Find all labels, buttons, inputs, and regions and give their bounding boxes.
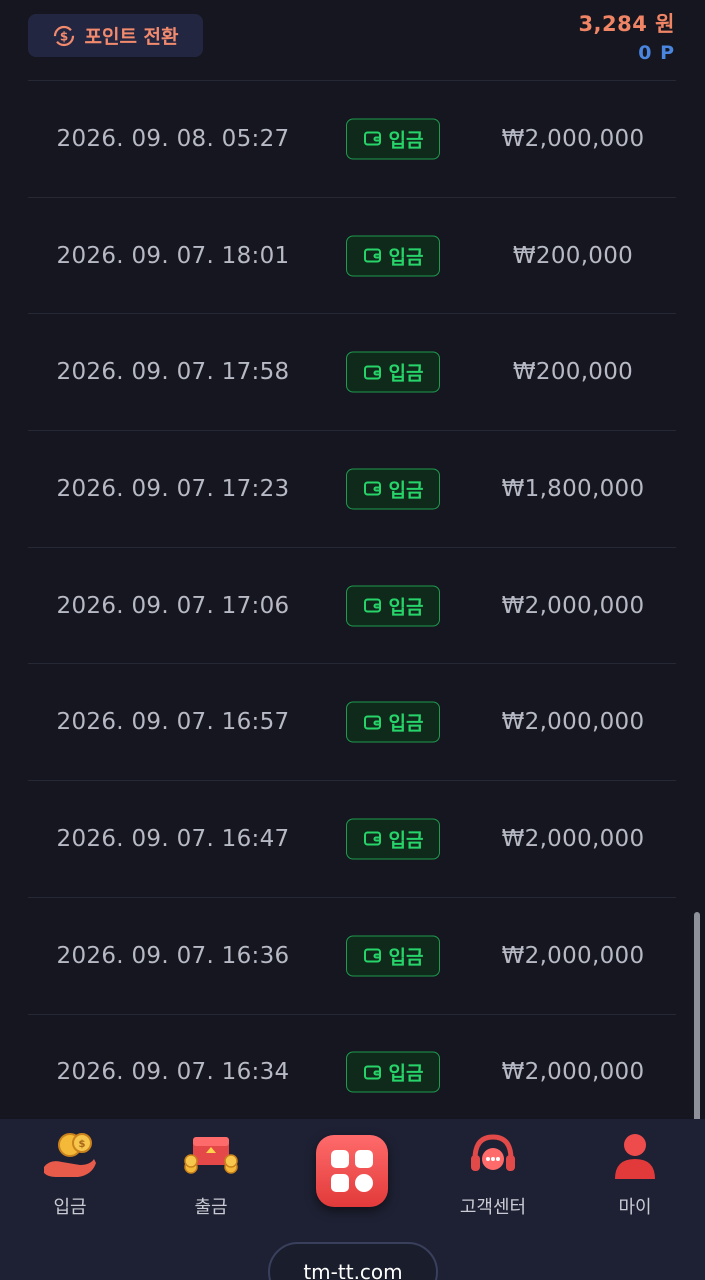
deposit-badge: 입금 bbox=[346, 351, 440, 393]
wallet-icon bbox=[363, 948, 381, 963]
domain-text: tm-tt.com bbox=[303, 1260, 403, 1280]
deposit-badge: 입금 bbox=[346, 235, 440, 277]
transaction-row: 2026. 09. 07. 18:01 입금 ₩200,000 bbox=[28, 198, 676, 315]
transaction-date: 2026. 09. 07. 16:57 bbox=[56, 709, 290, 736]
deposit-badge-label: 입금 bbox=[388, 1062, 424, 1085]
transaction-amount: ₩1,800,000 bbox=[501, 475, 645, 502]
transaction-amount: ₩2,000,000 bbox=[501, 709, 645, 736]
balance-won: 3,284 원 bbox=[578, 12, 675, 36]
deposit-badge: 입금 bbox=[346, 701, 440, 743]
wallet-icon bbox=[363, 715, 381, 730]
transaction-amount: ₩2,000,000 bbox=[501, 125, 645, 152]
deposit-badge: 입금 bbox=[346, 1051, 440, 1093]
transaction-row: 2026. 09. 07. 17:23 입금 ₩1,800,000 bbox=[28, 431, 676, 548]
transaction-date: 2026. 09. 07. 17:58 bbox=[56, 359, 290, 386]
deposit-badge-label: 입금 bbox=[388, 829, 424, 852]
transaction-amount: ₩2,000,000 bbox=[501, 1059, 645, 1086]
wallet-icon bbox=[363, 365, 381, 380]
transaction-date: 2026. 09. 07. 16:36 bbox=[56, 942, 290, 969]
nav-item-deposit[interactable]: $ 입금 bbox=[15, 1129, 125, 1219]
transaction-date: 2026. 09. 07. 16:47 bbox=[56, 825, 290, 852]
transaction-row: 2026. 09. 07. 16:47 입금 ₩2,000,000 bbox=[28, 781, 676, 898]
wallet-icon bbox=[363, 131, 381, 146]
nav-item-withdraw[interactable]: 출금 bbox=[156, 1129, 266, 1219]
transaction-amount: ₩2,000,000 bbox=[501, 825, 645, 852]
currency-exchange-icon: $ bbox=[54, 25, 75, 46]
svg-text:$: $ bbox=[79, 1139, 86, 1150]
transaction-date: 2026. 09. 07. 17:06 bbox=[56, 592, 290, 619]
deposit-badge-label: 입금 bbox=[388, 479, 424, 502]
wallet-icon bbox=[363, 248, 381, 263]
user-icon bbox=[615, 1134, 655, 1179]
deposit-badge: 입금 bbox=[346, 935, 440, 977]
wallet-icon bbox=[363, 481, 381, 496]
menu-grid-button[interactable] bbox=[316, 1135, 388, 1207]
balance-display: 3,284 원 0 P bbox=[578, 8, 675, 64]
transaction-list: 2026. 09. 08. 05:27 입금 ₩2,000,000 2026. … bbox=[28, 80, 676, 1132]
transaction-date: 2026. 09. 07. 18:01 bbox=[56, 242, 290, 269]
headset-icon bbox=[471, 1134, 515, 1171]
deposit-badge-label: 입금 bbox=[388, 946, 424, 969]
svg-text:$: $ bbox=[60, 29, 68, 43]
deposit-badge-label: 입금 bbox=[388, 362, 424, 385]
top-header: $ 포인트 전환 3,284 원 0 P bbox=[0, 0, 705, 80]
wallet-icon bbox=[363, 831, 381, 846]
domain-link[interactable]: tm-tt.com bbox=[268, 1242, 438, 1280]
deposit-badge-label: 입금 bbox=[388, 596, 424, 619]
scrollbar[interactable] bbox=[694, 912, 700, 1144]
deposit-coins-icon: $ bbox=[44, 1133, 96, 1177]
transaction-date: 2026. 09. 07. 17:23 bbox=[56, 475, 290, 502]
deposit-badge: 입금 bbox=[346, 585, 440, 627]
nav-label-support: 고객센터 bbox=[459, 1197, 527, 1218]
deposit-badge: 입금 bbox=[346, 468, 440, 510]
transaction-row: 2026. 09. 07. 17:06 입금 ₩2,000,000 bbox=[28, 548, 676, 665]
withdraw-chest-icon bbox=[184, 1137, 238, 1174]
transaction-amount: ₩200,000 bbox=[512, 242, 634, 269]
wallet-icon bbox=[363, 598, 381, 613]
wallet-icon bbox=[363, 1065, 381, 1080]
nav-label-my: 마이 bbox=[618, 1197, 652, 1218]
nav-label-withdraw: 출금 bbox=[194, 1197, 228, 1218]
transaction-amount: ₩2,000,000 bbox=[501, 592, 645, 619]
transaction-date: 2026. 09. 07. 16:34 bbox=[56, 1059, 290, 1086]
transaction-row: 2026. 09. 07. 17:58 입금 ₩200,000 bbox=[28, 314, 676, 432]
nav-item-support[interactable]: 고객센터 bbox=[438, 1129, 548, 1219]
transaction-row: 2026. 09. 07. 16:57 입금 ₩2,000,000 bbox=[28, 664, 676, 782]
deposit-badge-label: 입금 bbox=[388, 712, 424, 735]
transaction-date: 2026. 09. 08. 05:27 bbox=[56, 125, 290, 152]
nav-label-deposit: 입금 bbox=[53, 1197, 87, 1218]
point-convert-button[interactable]: $ 포인트 전환 bbox=[28, 14, 203, 57]
transaction-row: 2026. 09. 07. 16:36 입금 ₩2,000,000 bbox=[28, 898, 676, 1015]
transaction-row: 2026. 09. 07. 16:34 입금 ₩2,000,000 bbox=[28, 1015, 676, 1132]
deposit-badge-label: 입금 bbox=[388, 246, 424, 269]
deposit-badge: 입금 bbox=[346, 818, 440, 860]
deposit-badge: 입금 bbox=[346, 118, 440, 160]
transaction-amount: ₩200,000 bbox=[512, 359, 634, 386]
transaction-row: 2026. 09. 08. 05:27 입금 ₩2,000,000 bbox=[28, 81, 676, 198]
deposit-badge-label: 입금 bbox=[388, 129, 424, 152]
point-convert-label: 포인트 전환 bbox=[84, 26, 179, 48]
nav-item-my[interactable]: 마이 bbox=[580, 1129, 690, 1219]
transaction-amount: ₩2,000,000 bbox=[501, 942, 645, 969]
balance-points: 0 P bbox=[638, 42, 675, 64]
